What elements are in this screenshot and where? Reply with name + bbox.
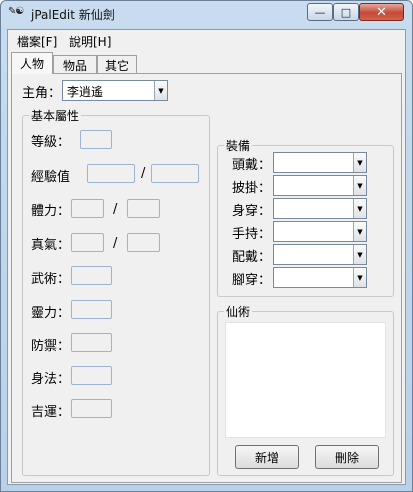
luck-field[interactable] bbox=[71, 399, 112, 418]
equipment-group: 裝備 頭戴： ▼ 披掛： ▼ 身穿： ▼ 手持： ▼ 配戴： ▼ 腳穿： ▼ bbox=[217, 137, 394, 297]
level-label: 等級： bbox=[31, 135, 71, 150]
mp-current-field[interactable] bbox=[71, 233, 104, 252]
equip-hand-label: 手持： bbox=[232, 227, 272, 242]
mp-max-field[interactable] bbox=[127, 233, 160, 252]
equip-cape-select[interactable]: ▼ bbox=[273, 175, 367, 196]
magic-list[interactable] bbox=[225, 322, 386, 438]
tab-panel-characters: 主角： 李逍遙 ▼ 基本屬性 等級： 經驗值 / 體力： / 真氣： / 武術：… bbox=[11, 73, 402, 483]
equip-head-select[interactable]: ▼ bbox=[273, 152, 367, 173]
exp-slash: / bbox=[141, 166, 146, 181]
equip-body-label: 身穿： bbox=[232, 204, 272, 219]
exp-label: 經驗值 bbox=[31, 170, 71, 185]
chevron-down-icon[interactable]: ▼ bbox=[353, 199, 366, 218]
equip-body-select[interactable]: ▼ bbox=[273, 198, 367, 219]
tab-strip: 人物 物品 其它 bbox=[8, 52, 405, 74]
equipment-group-title: 裝備 bbox=[224, 137, 253, 154]
magic-group: 仙術 新增 刪除 bbox=[217, 303, 394, 476]
jpaledit-app-icon: ✎☯ bbox=[8, 6, 24, 17]
chevron-down-icon[interactable]: ▼ bbox=[353, 268, 366, 287]
equip-accessory-select[interactable]: ▼ bbox=[273, 244, 367, 265]
equip-head-label: 頭戴： bbox=[232, 158, 272, 173]
menu-help[interactable]: 說明[H] bbox=[66, 32, 114, 51]
luck-label: 吉運： bbox=[31, 405, 71, 420]
character-select[interactable]: 李逍遙 ▼ bbox=[62, 80, 168, 101]
delete-magic-button[interactable]: 刪除 bbox=[315, 445, 379, 469]
magic-power-label: 靈力： bbox=[31, 306, 71, 321]
equip-feet-select[interactable]: ▼ bbox=[273, 267, 367, 288]
speed-label: 身法： bbox=[31, 372, 71, 387]
chevron-down-icon[interactable]: ▼ bbox=[353, 245, 366, 264]
client-area: 檔案[F] 說明[H] 人物 物品 其它 主角： 李逍遙 ▼ 基本屬性 等級： … bbox=[7, 29, 406, 485]
defense-field[interactable] bbox=[71, 333, 112, 352]
mp-label: 真氣： bbox=[31, 238, 71, 253]
hp-max-field[interactable] bbox=[127, 199, 160, 218]
character-label: 主角： bbox=[22, 86, 62, 101]
exp-current-field[interactable] bbox=[87, 164, 135, 183]
equip-hand-select[interactable]: ▼ bbox=[273, 221, 367, 242]
hp-slash: / bbox=[113, 202, 118, 217]
maximize-button[interactable]: □ bbox=[333, 3, 359, 21]
defense-label: 防禦： bbox=[31, 339, 71, 354]
title-bar[interactable]: ✎☯ jPalEdit 新仙劍 — □ ✕ bbox=[1, 1, 412, 27]
chevron-down-icon[interactable]: ▼ bbox=[353, 153, 366, 172]
tab-characters[interactable]: 人物 bbox=[11, 52, 53, 74]
speed-field[interactable] bbox=[71, 366, 112, 385]
hp-label: 體力： bbox=[31, 204, 71, 219]
attack-label: 武術： bbox=[31, 272, 71, 287]
attributes-group-title: 基本屬性 bbox=[29, 107, 82, 124]
add-magic-button[interactable]: 新增 bbox=[235, 445, 299, 469]
exp-max-field[interactable] bbox=[151, 164, 199, 183]
chevron-down-icon[interactable]: ▼ bbox=[154, 81, 167, 100]
level-field[interactable] bbox=[80, 130, 112, 149]
magic-power-field[interactable] bbox=[71, 300, 112, 319]
hp-current-field[interactable] bbox=[71, 199, 104, 218]
tab-other[interactable]: 其它 bbox=[97, 55, 137, 74]
equip-feet-label: 腳穿： bbox=[232, 273, 272, 288]
chevron-down-icon[interactable]: ▼ bbox=[353, 176, 366, 195]
magic-group-title: 仙術 bbox=[224, 303, 253, 320]
window-title: jPalEdit 新仙劍 bbox=[31, 8, 115, 22]
mp-slash: / bbox=[113, 236, 118, 251]
app-window: ✎☯ jPalEdit 新仙劍 — □ ✕ 檔案[F] 說明[H] 人物 物品 … bbox=[0, 0, 413, 492]
menu-file[interactable]: 檔案[F] bbox=[14, 32, 60, 51]
tab-items[interactable]: 物品 bbox=[53, 55, 97, 74]
menu-bar: 檔案[F] 說明[H] bbox=[8, 30, 405, 50]
equip-accessory-label: 配戴： bbox=[232, 250, 272, 265]
equip-cape-label: 披掛： bbox=[232, 181, 272, 196]
character-select-value: 李逍遙 bbox=[67, 85, 104, 99]
attack-field[interactable] bbox=[71, 266, 112, 285]
minimize-button[interactable]: — bbox=[307, 3, 333, 21]
attributes-group: 基本屬性 等級： 經驗值 / 體力： / 真氣： / 武術： 靈力： 防禦： 身… bbox=[22, 107, 210, 476]
chevron-down-icon[interactable]: ▼ bbox=[353, 222, 366, 241]
close-button[interactable]: ✕ bbox=[359, 3, 404, 21]
